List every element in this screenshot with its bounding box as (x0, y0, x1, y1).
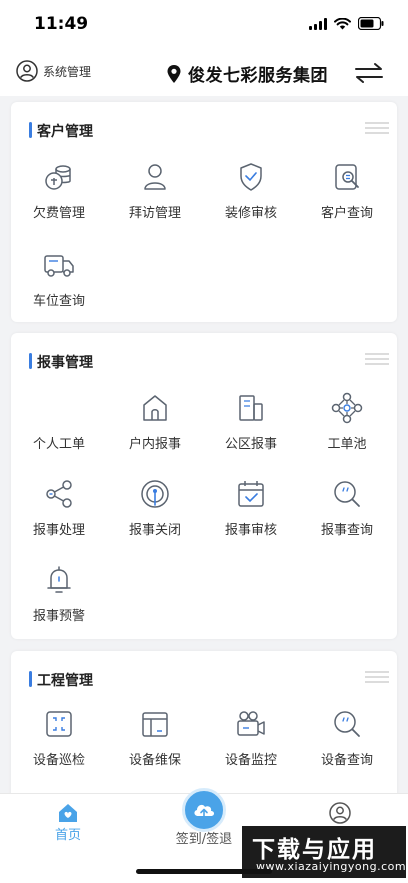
status-bar: 11:49 (0, 0, 408, 52)
grid-item-parking-query[interactable]: 车位查询 (11, 248, 107, 309)
section-title: 工程管理 (37, 673, 93, 689)
grid-label: 公区报事 (224, 437, 277, 452)
grid-item-device-monitoring[interactable]: 设备监控 (203, 707, 299, 768)
search-icon (334, 711, 360, 737)
shield-check-icon (240, 163, 262, 191)
grid-label: 车位查询 (32, 294, 85, 309)
grid-label: 欠费管理 (32, 206, 85, 221)
grid-label: 报事预警 (32, 609, 85, 624)
network-icon (331, 392, 363, 424)
scan-frame-icon (46, 711, 72, 737)
grid-item-public-report[interactable]: 公区报事 (203, 391, 299, 452)
checkin-button[interactable] (182, 788, 226, 832)
status-icons (309, 17, 384, 30)
grid-item-report-review[interactable]: 报事审核 (203, 477, 299, 538)
person-icon (144, 164, 166, 190)
section-title: 报事管理 (37, 355, 93, 371)
home-indicator (136, 869, 272, 874)
grid-label: 装修审核 (224, 206, 277, 221)
grid-item-customer-query[interactable]: 客户查询 (299, 160, 395, 221)
battery-icon (358, 17, 384, 30)
status-time: 11:49 (34, 14, 89, 34)
drag-handle-icon[interactable] (365, 353, 389, 365)
grid-item-visits[interactable]: 拜访管理 (107, 160, 203, 221)
tab-home[interactable]: 首页 (48, 802, 88, 843)
house-icon (143, 395, 167, 421)
grid-item-renovation-review[interactable]: 装修审核 (203, 160, 299, 221)
user-circle-icon (16, 60, 38, 82)
tab-home-label: 首页 (54, 828, 81, 843)
grid-label: 户内报事 (128, 437, 181, 452)
grid-label: 设备维保 (128, 753, 181, 768)
grid-label: 设备查询 (320, 753, 373, 768)
grid-item-report-warning[interactable]: 报事预警 (11, 563, 107, 624)
grid-label: 报事处理 (32, 523, 85, 538)
grid-item-device-maintenance[interactable]: 设备维保 (107, 707, 203, 768)
system-management-label: 系统管理 (43, 64, 92, 79)
grid-item-device-inspection[interactable]: 设备巡检 (11, 707, 107, 768)
grid-item-report-handling[interactable]: 报事处理 (11, 477, 107, 538)
top-header: 系统管理 俊发七彩服务集团 (0, 52, 408, 96)
tab-mine[interactable] (326, 802, 354, 824)
section-accent-bar (29, 671, 32, 687)
toolbox-icon (142, 712, 168, 737)
grid-item-report-query[interactable]: 报事查询 (299, 477, 395, 538)
truck-icon (44, 255, 74, 277)
section-accent-bar (29, 353, 32, 369)
report-management-card: 报事管理 个人工单 户内报事 公区报事 工单池 报事处理 报事关闭 报事审核 报… (11, 333, 397, 639)
grid-label: 工单池 (327, 437, 367, 452)
broadcast-icon (141, 480, 169, 508)
video-camera-icon (237, 711, 265, 736)
drag-handle-icon[interactable] (365, 671, 389, 683)
cellular-signal-icon (309, 17, 327, 30)
grid-label: 报事查询 (320, 523, 373, 538)
calendar-check-icon (238, 481, 264, 507)
drag-handle-icon[interactable] (365, 122, 389, 134)
bell-icon (47, 566, 71, 593)
org-name: 俊发七彩服务集团 (188, 66, 328, 86)
org-selector[interactable]: 俊发七彩服务集团 (166, 61, 328, 86)
customer-management-card: 客户管理 欠费管理 拜访管理 装修审核 客户查询 车位查询 (11, 102, 397, 322)
grid-label: 报事审核 (224, 523, 277, 538)
wifi-icon (334, 17, 351, 29)
grid-item-order-pool[interactable]: 工单池 (299, 391, 395, 452)
section-accent-bar (29, 122, 32, 138)
grid-item-arrears[interactable]: 欠费管理 (11, 160, 107, 221)
grid-label: 客户查询 (320, 206, 373, 221)
grid-label: 设备监控 (224, 753, 277, 768)
watermark-sub-text: www.xiazaiyingyong.com (256, 860, 407, 873)
coins-icon (45, 165, 71, 190)
grid-item-device-query[interactable]: 设备查询 (299, 707, 395, 768)
grid-label: 报事关闭 (128, 523, 181, 538)
grid-label: 拜访管理 (128, 206, 181, 221)
share-icon (46, 480, 72, 508)
engineering-management-card: 工程管理 设备巡检 设备维保 设备监控 设备查询 (11, 651, 397, 793)
grid-label: 设备巡检 (32, 753, 85, 768)
grid-item-indoor-report[interactable]: 户内报事 (107, 391, 203, 452)
system-management-button[interactable]: 系统管理 (16, 60, 91, 82)
cloud-upload-icon (194, 804, 214, 818)
section-title: 客户管理 (37, 124, 93, 140)
tab-checkin-label: 签到/签退 (175, 832, 233, 847)
user-circle-icon (329, 802, 351, 824)
switch-org-icon[interactable] (354, 61, 384, 85)
search-icon (334, 481, 360, 507)
building-icon (239, 395, 263, 421)
blank-icon (42, 391, 76, 425)
main-content[interactable]: 客户管理 欠费管理 拜访管理 装修审核 客户查询 车位查询 报事管理 个人工单 … (0, 96, 408, 793)
document-search-icon (335, 164, 359, 190)
home-icon (59, 804, 77, 822)
watermark-main-text: 下载与应用 (252, 837, 377, 863)
location-pin-icon (167, 64, 181, 83)
grid-label: 个人工单 (32, 437, 85, 452)
grid-item-report-close[interactable]: 报事关闭 (107, 477, 203, 538)
grid-item-personal-orders[interactable]: 个人工单 (11, 391, 107, 452)
